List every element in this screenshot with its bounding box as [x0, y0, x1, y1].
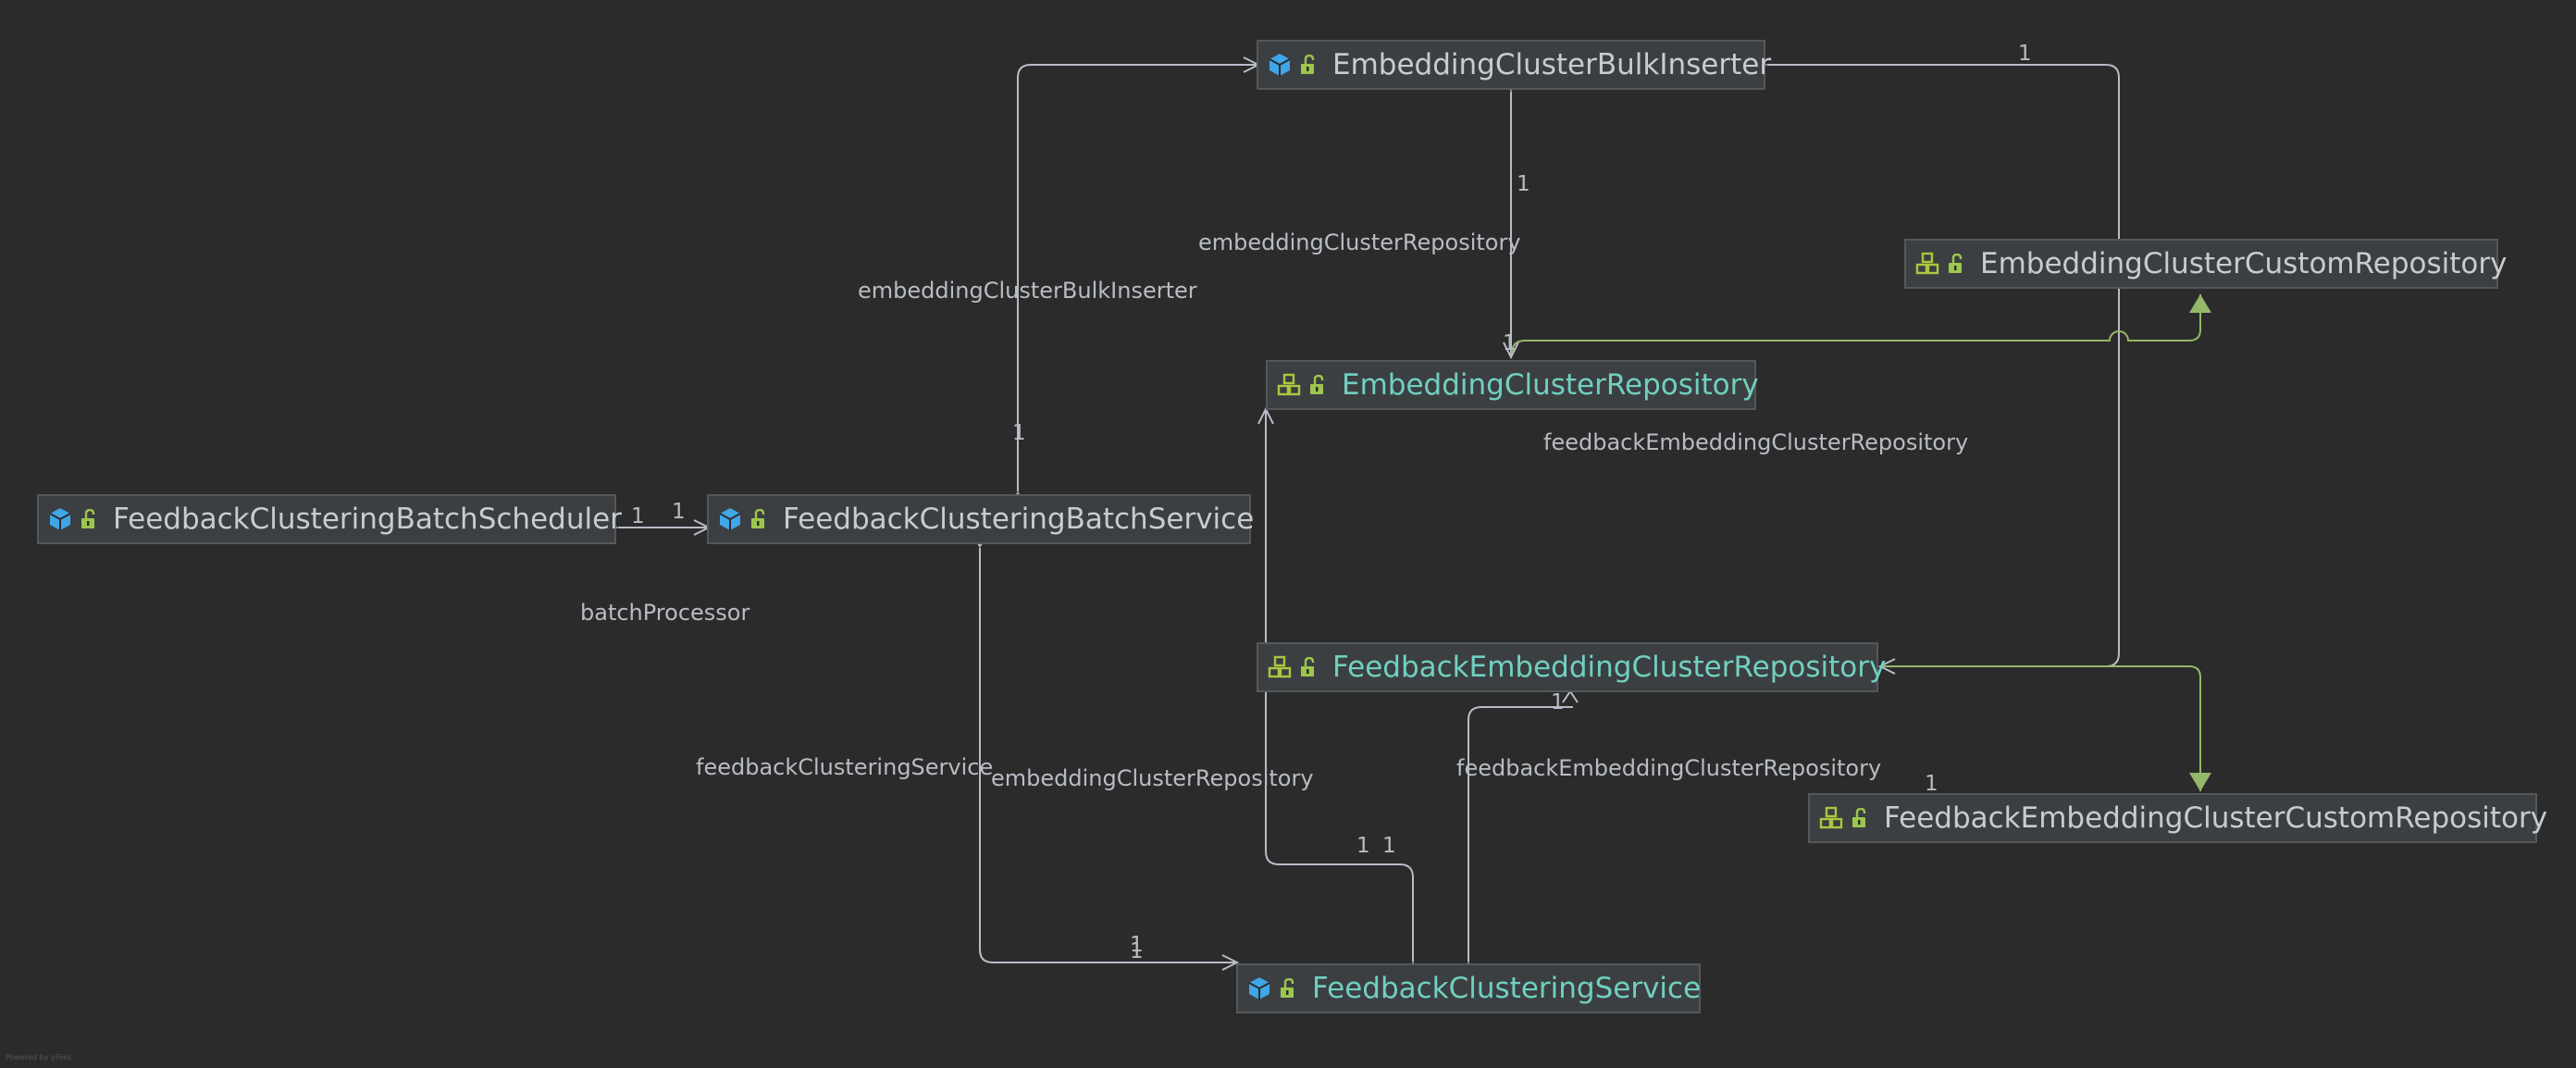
multiplicity-label: 1	[631, 504, 645, 528]
edge-label-fec-repo-bottom: feedbackEmbeddingClusterRepository	[1456, 755, 1882, 781]
lock-open-icon	[1301, 657, 1315, 677]
lock-open-icon	[751, 509, 765, 528]
edge-label-fec-repo-top: feedbackEmbeddingClusterRepository	[1543, 429, 1969, 455]
multiplicity-label: 1	[1551, 690, 1565, 714]
node-embedding-cluster-bulk-inserter[interactable]: EmbeddingClusterBulkInserter	[1257, 40, 1771, 90]
interface-icon	[1277, 373, 1301, 396]
multiplicity-label: 1	[1503, 331, 1517, 355]
edge-label-cluster-repo-top: embeddingClusterRepository	[1198, 230, 1521, 255]
edge-cluster-repo-extends-custom-repo	[1511, 294, 2211, 354]
lock-open-icon	[1949, 254, 1963, 273]
edge-label-clustering-service: feedbackClusteringService	[696, 754, 994, 780]
class-icon	[1269, 54, 1291, 76]
node-name: FeedbackClusteringService	[1312, 972, 1702, 1005]
node-feedback-embedding-cluster-custom-repository[interactable]: FeedbackEmbeddingClusterCustomRepository	[1808, 793, 2547, 843]
node-feedback-clustering-batch-service[interactable]: FeedbackClusteringBatchService	[707, 494, 1255, 544]
edge-bulk-inserter-fec-repo	[1747, 58, 2120, 675]
node-name: FeedbackEmbeddingClusterRepository	[1332, 651, 1887, 684]
node-name: EmbeddingClusterBulkInserter	[1332, 48, 1772, 81]
node-feedback-clustering-service[interactable]: FeedbackClusteringService	[1236, 963, 1701, 1013]
interface-icon	[1915, 252, 1939, 275]
multiplicity-label: 1	[1356, 834, 1370, 858]
edge-label-cluster-repo-bottom: embeddingClusterRepository	[991, 765, 1314, 791]
edge-clustering-service-fec-repo	[1462, 706, 1573, 982]
class-icon	[719, 508, 741, 530]
multiplicity-label: 1	[1130, 939, 1144, 963]
class-icon	[1248, 977, 1270, 1000]
lock-open-icon	[81, 509, 95, 528]
edge-label-bulk-inserter: embeddingClusterBulkInserter	[858, 278, 1197, 304]
node-embedding-cluster-custom-repository[interactable]: EmbeddingClusterCustomRepository	[1904, 239, 2507, 289]
multiplicity-label: 1	[1925, 772, 1938, 796]
multiplicity-label: 1	[672, 500, 686, 524]
edge-arrow-head-fec	[1562, 689, 1579, 703]
interface-icon	[1268, 655, 1292, 678]
class-icon	[49, 508, 71, 530]
multiplicity-label: 1	[2018, 42, 2032, 66]
footer-credit: Powered by yFiles	[6, 1053, 72, 1062]
lock-open-icon	[1301, 55, 1315, 74]
node-name: EmbeddingClusterRepository	[1342, 368, 1759, 402]
edge-batch-service-clustering-service	[973, 528, 1240, 971]
node-embedding-cluster-repository[interactable]: EmbeddingClusterRepository	[1266, 360, 1759, 410]
lock-open-icon	[1281, 978, 1294, 998]
multiplicity-label: 1	[1382, 834, 1396, 858]
node-feedback-embedding-cluster-repository[interactable]: FeedbackEmbeddingClusterRepository	[1257, 642, 1886, 692]
node-name: FeedbackEmbeddingClusterCustomRepository	[1884, 801, 2548, 835]
node-feedback-clustering-batch-scheduler[interactable]: FeedbackClusteringBatchScheduler	[37, 494, 622, 544]
node-name: FeedbackClusteringBatchScheduler	[113, 503, 622, 536]
interface-icon	[1819, 806, 1843, 829]
edge-label-batch-processor: batchProcessor	[580, 600, 750, 626]
multiplicity-label: 1	[1012, 421, 1026, 445]
node-name: FeedbackClusteringBatchService	[783, 503, 1255, 536]
node-name: EmbeddingClusterCustomRepository	[1980, 247, 2508, 280]
multiplicity-label: 1	[1517, 172, 1530, 196]
lock-open-icon	[1310, 375, 1324, 394]
lock-open-icon	[1852, 808, 1866, 827]
